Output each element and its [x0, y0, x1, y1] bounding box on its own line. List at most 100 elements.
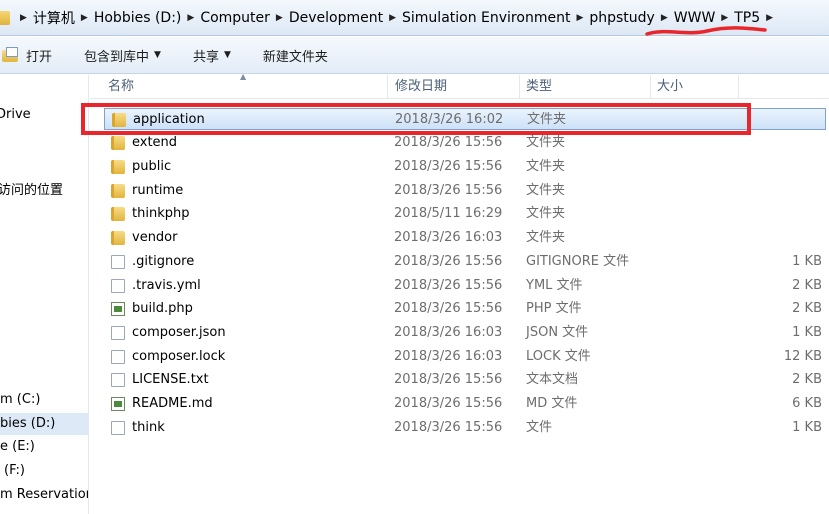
chevron-right-icon[interactable]: ▶ [187, 13, 194, 23]
file-row-thinkphp[interactable]: thinkphp 2018/5/11 16:29 文件夹 [104, 203, 826, 225]
nav-item-drive-c[interactable]: m (C:) [0, 392, 40, 407]
new-folder-label: 新建文件夹 [262, 49, 328, 65]
text-file-icon [111, 373, 125, 387]
folder-icon [111, 207, 125, 221]
file-type: JSON 文件 [526, 325, 589, 340]
include-in-library-label: 包含到库中 [84, 49, 150, 65]
breadcrumb-hobbies[interactable]: Hobbies (D:) [94, 10, 182, 26]
folder-icon [0, 11, 10, 25]
file-row-extend[interactable]: extend 2018/3/26 15:56 文件夹 [104, 132, 826, 154]
folder-icon [111, 231, 125, 245]
chevron-right-icon[interactable]: ▶ [81, 13, 88, 23]
file-name: think [132, 420, 165, 435]
file-type: 文件夹 [526, 135, 566, 150]
file-size: 2 KB [792, 372, 822, 387]
column-date[interactable]: 修改日期 [395, 75, 447, 99]
breadcrumb-simulation-environment[interactable]: Simulation Environment [402, 10, 570, 26]
md-file-icon [111, 397, 125, 411]
file-name: build.php [132, 301, 193, 316]
file-type: 文件夹 [526, 206, 566, 221]
file-type: LOCK 文件 [526, 349, 591, 364]
file-row-vendor[interactable]: vendor 2018/3/26 16:03 文件夹 [104, 227, 826, 249]
nav-item-drive-f[interactable]: (F:) [4, 463, 25, 478]
column-size[interactable]: 大小 [657, 75, 683, 99]
file-row-gitignore[interactable]: .gitignore 2018/3/26 15:56 GITIGNORE 文件 … [104, 251, 826, 273]
file-row-public[interactable]: public 2018/3/26 15:56 文件夹 [104, 156, 826, 178]
column-divider[interactable] [387, 75, 388, 99]
navigation-pane: Drive 访问的位置 m (C:) bies (D:) e (E:) (F:)… [0, 75, 89, 514]
file-row-build-php[interactable]: build.php 2018/3/26 15:56 PHP 文件 2 KB [104, 298, 826, 320]
folder-icon [111, 160, 125, 174]
file-size: 1 KB [792, 325, 822, 340]
file-name: LICENSE.txt [132, 372, 209, 387]
nav-item-drive-d[interactable]: bies (D:) [0, 413, 88, 435]
file-name: public [132, 159, 172, 174]
file-type: 文件 [526, 420, 553, 435]
nav-item-system-reserved[interactable]: m Reservation [0, 487, 88, 502]
file-type: 文本文档 [526, 372, 579, 387]
file-date: 2018/3/26 15:56 [394, 159, 503, 174]
red-underline-annotation [645, 26, 767, 36]
file-date: 2018/3/26 15:56 [394, 396, 503, 411]
breadcrumb-computer[interactable]: 计算机 [33, 8, 75, 28]
file-row-think[interactable]: think 2018/3/26 15:56 文件 1 KB [104, 417, 826, 439]
caret-down-icon: ▼ [154, 50, 161, 60]
file-type: 文件夹 [526, 183, 566, 198]
file-row-runtime[interactable]: runtime 2018/3/26 15:56 文件夹 [104, 180, 826, 202]
file-date: 2018/3/26 16:03 [394, 325, 503, 340]
file-name: composer.lock [132, 349, 226, 364]
chevron-right-icon[interactable]: ▶ [389, 13, 396, 23]
nav-item-recent-places[interactable]: 访问的位置 [0, 179, 63, 198]
file-row-composer-json[interactable]: composer.json 2018/3/26 16:03 JSON 文件 1 … [104, 322, 826, 344]
column-divider[interactable] [738, 75, 739, 99]
file-date: 2018/3/26 15:56 [394, 254, 503, 269]
file-date: 2018/3/26 15:56 [394, 420, 503, 435]
file-date: 2018/3/26 15:56 [394, 183, 503, 198]
share-label: 共享 [192, 49, 219, 65]
share-button[interactable]: 共享 ▼ [193, 46, 231, 65]
file-size: 6 KB [792, 396, 822, 411]
caret-down-icon: ▼ [223, 50, 231, 60]
address-bar[interactable]: ▶ 计算机 ▶ Hobbies (D:) ▶ Computer ▶ Develo… [0, 0, 829, 36]
file-size: 2 KB [792, 278, 822, 293]
column-divider[interactable] [519, 75, 520, 99]
open-folder-icon [2, 47, 20, 63]
breadcrumb-computer-folder[interactable]: Computer [200, 10, 270, 26]
red-highlight-annotation [81, 103, 751, 135]
file-size: 1 KB [792, 254, 822, 269]
file-name: composer.json [132, 325, 226, 340]
file-type: 文件夹 [526, 230, 566, 245]
column-type[interactable]: 类型 [526, 75, 552, 99]
toolbar: 打开 包含到库中 ▼ 共享 ▼ 新建文件夹 [0, 37, 829, 74]
column-header: ▲ 名称 修改日期 类型 大小 [90, 72, 829, 99]
nav-item-drive-e[interactable]: e (E:) [0, 439, 35, 454]
file-row-composer-lock[interactable]: composer.lock 2018/3/26 16:03 LOCK 文件 12… [104, 346, 826, 368]
file-icon [111, 421, 125, 435]
file-size: 1 KB [792, 420, 822, 435]
file-row-license-txt[interactable]: LICENSE.txt 2018/3/26 15:56 文本文档 2 KB [104, 369, 826, 391]
new-folder-button[interactable]: 新建文件夹 [263, 46, 328, 65]
file-size: 2 KB [792, 301, 822, 316]
file-icon [111, 279, 125, 293]
nav-item-drive[interactable]: Drive [0, 107, 31, 122]
file-type: PHP 文件 [526, 301, 582, 316]
column-name[interactable]: 名称 [108, 75, 134, 99]
file-name: extend [132, 135, 178, 150]
chevron-right-icon[interactable]: ▶ [20, 13, 27, 23]
file-name: runtime [132, 183, 184, 198]
file-icon [111, 255, 125, 269]
file-name: vendor [132, 230, 178, 245]
file-row-travis-yml[interactable]: .travis.yml 2018/3/26 15:56 YML 文件 2 KB [104, 275, 826, 297]
file-type: GITIGNORE 文件 [526, 254, 630, 269]
file-list: application 2018/3/26 16:02 文件夹 extend 2… [90, 100, 829, 514]
column-divider[interactable] [650, 75, 651, 99]
chevron-right-icon[interactable]: ▶ [576, 13, 583, 23]
chevron-right-icon[interactable]: ▶ [276, 13, 283, 23]
include-in-library-button[interactable]: 包含到库中 ▼ [84, 46, 161, 65]
file-row-readme-md[interactable]: README.md 2018/3/26 15:56 MD 文件 6 KB [104, 393, 826, 415]
breadcrumb-development[interactable]: Development [289, 10, 383, 26]
file-type: YML 文件 [526, 278, 583, 293]
file-type: 文件夹 [526, 159, 566, 174]
open-button[interactable]: 打开 [0, 46, 52, 65]
file-date: 2018/3/26 15:56 [394, 135, 503, 150]
